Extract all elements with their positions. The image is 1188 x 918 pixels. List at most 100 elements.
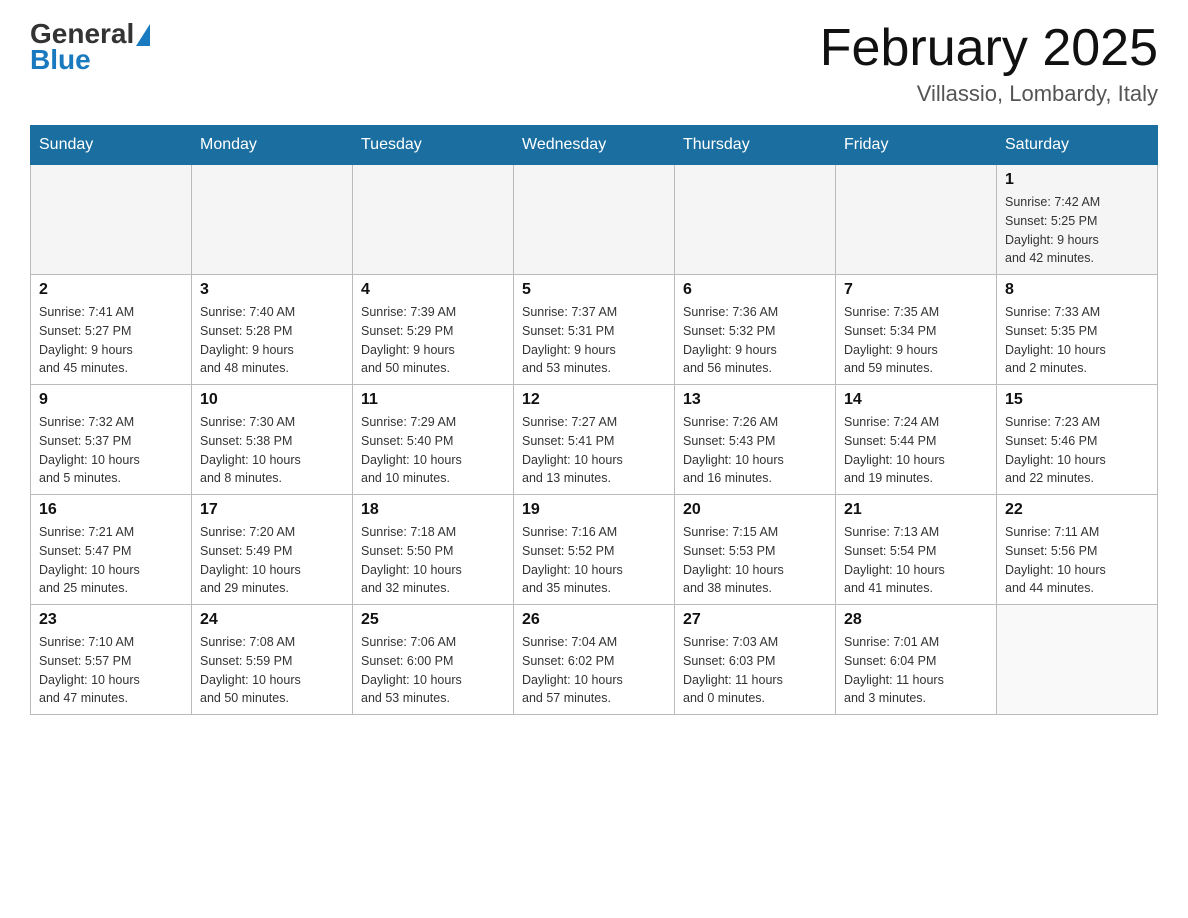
day-number: 12 [522,391,666,409]
calendar-table: SundayMondayTuesdayWednesdayThursdayFrid… [30,125,1158,715]
title-block: February 2025 Villassio, Lombardy, Italy [820,20,1158,107]
day-info: Sunrise: 7:13 AM Sunset: 5:54 PM Dayligh… [844,523,988,598]
calendar-cell: 3 Sunrise: 7:40 AM Sunset: 5:28 PM Daylig… [192,275,353,385]
day-info: Sunrise: 7:42 AM Sunset: 5:25 PM Dayligh… [1005,193,1149,268]
day-number: 23 [39,611,183,629]
calendar-cell: 15Sunrise: 7:23 AM Sunset: 5:46 PM Dayli… [997,385,1158,495]
logo-triangle-icon [136,24,150,46]
calendar-cell: 2 Sunrise: 7:41 AM Sunset: 5:27 PM Daylig… [31,275,192,385]
day-number: 16 [39,501,183,519]
calendar-cell: 21 Sunrise: 7:13 AM Sunset: 5:54 PM Dayli… [836,495,997,605]
day-number: 7 [844,281,988,299]
day-of-week-header: Wednesday [514,126,675,165]
day-info: Sunrise: 7:23 AM Sunset: 5:46 PM Dayligh… [1005,413,1149,488]
day-number: 13 [683,391,827,409]
day-number: 20 [683,501,827,519]
day-info: Sunrise: 7:27 AM Sunset: 5:41 PM Dayligh… [522,413,666,488]
day-info: Sunrise: 7:35 AM Sunset: 5:34 PM Dayligh… [844,303,988,378]
day-number: 25 [361,611,505,629]
day-info: Sunrise: 7:06 AM Sunset: 6:00 PM Dayligh… [361,633,505,708]
day-info: Sunrise: 7:11 AM Sunset: 5:56 PM Dayligh… [1005,523,1149,598]
day-info: Sunrise: 7:36 AM Sunset: 5:32 PM Dayligh… [683,303,827,378]
day-info: Sunrise: 7:16 AM Sunset: 5:52 PM Dayligh… [522,523,666,598]
calendar-week-row: 1 Sunrise: 7:42 AM Sunset: 5:25 PM Daylig… [31,165,1158,275]
calendar-cell [836,165,997,275]
day-info: Sunrise: 7:32 AM Sunset: 5:37 PM Dayligh… [39,413,183,488]
day-number: 8 [1005,281,1149,299]
day-info: Sunrise: 7:26 AM Sunset: 5:43 PM Dayligh… [683,413,827,488]
calendar-cell: 12 Sunrise: 7:27 AM Sunset: 5:41 PM Dayli… [514,385,675,495]
day-info: Sunrise: 7:24 AM Sunset: 5:44 PM Dayligh… [844,413,988,488]
logo-blue-text: Blue [30,46,150,74]
calendar-cell: 18 Sunrise: 7:18 AM Sunset: 5:50 PM Dayli… [353,495,514,605]
day-number: 1 [1005,171,1149,189]
calendar-cell: 23Sunrise: 7:10 AM Sunset: 5:57 PM Dayli… [31,605,192,715]
day-number: 28 [844,611,988,629]
day-info: Sunrise: 7:33 AM Sunset: 5:35 PM Dayligh… [1005,303,1149,378]
day-number: 27 [683,611,827,629]
day-number: 9 [39,391,183,409]
calendar-cell: 11 Sunrise: 7:29 AM Sunset: 5:40 PM Dayli… [353,385,514,495]
day-of-week-header: Monday [192,126,353,165]
day-info: Sunrise: 7:41 AM Sunset: 5:27 PM Dayligh… [39,303,183,378]
day-number: 5 [522,281,666,299]
day-number: 19 [522,501,666,519]
day-of-week-header: Saturday [997,126,1158,165]
calendar-week-row: 23Sunrise: 7:10 AM Sunset: 5:57 PM Dayli… [31,605,1158,715]
location-subtitle: Villassio, Lombardy, Italy [820,81,1158,107]
day-number: 4 [361,281,505,299]
logo: General Blue [30,20,150,74]
calendar-cell: 5 Sunrise: 7:37 AM Sunset: 5:31 PM Daylig… [514,275,675,385]
day-number: 21 [844,501,988,519]
day-info: Sunrise: 7:01 AM Sunset: 6:04 PM Dayligh… [844,633,988,708]
calendar-cell: 7 Sunrise: 7:35 AM Sunset: 5:34 PM Daylig… [836,275,997,385]
calendar-cell: 24 Sunrise: 7:08 AM Sunset: 5:59 PM Dayli… [192,605,353,715]
calendar-cell [31,165,192,275]
day-number: 2 [39,281,183,299]
calendar-cell [192,165,353,275]
day-info: Sunrise: 7:18 AM Sunset: 5:50 PM Dayligh… [361,523,505,598]
calendar-week-row: 2 Sunrise: 7:41 AM Sunset: 5:27 PM Daylig… [31,275,1158,385]
day-of-week-header: Sunday [31,126,192,165]
day-info: Sunrise: 7:39 AM Sunset: 5:29 PM Dayligh… [361,303,505,378]
calendar-cell: 28 Sunrise: 7:01 AM Sunset: 6:04 PM Dayli… [836,605,997,715]
calendar-cell: 10 Sunrise: 7:30 AM Sunset: 5:38 PM Dayli… [192,385,353,495]
day-info: Sunrise: 7:40 AM Sunset: 5:28 PM Dayligh… [200,303,344,378]
day-number: 24 [200,611,344,629]
calendar-cell [997,605,1158,715]
day-number: 11 [361,391,505,409]
day-info: Sunrise: 7:20 AM Sunset: 5:49 PM Dayligh… [200,523,344,598]
day-info: Sunrise: 7:21 AM Sunset: 5:47 PM Dayligh… [39,523,183,598]
calendar-cell: 14 Sunrise: 7:24 AM Sunset: 5:44 PM Dayli… [836,385,997,495]
calendar-cell: 19 Sunrise: 7:16 AM Sunset: 5:52 PM Dayli… [514,495,675,605]
day-info: Sunrise: 7:08 AM Sunset: 5:59 PM Dayligh… [200,633,344,708]
calendar-cell: 8 Sunrise: 7:33 AM Sunset: 5:35 PM Daylig… [997,275,1158,385]
day-number: 22 [1005,501,1149,519]
day-of-week-header: Friday [836,126,997,165]
day-number: 14 [844,391,988,409]
calendar-cell: 6Sunrise: 7:36 AM Sunset: 5:32 PM Daylig… [675,275,836,385]
day-info: Sunrise: 7:30 AM Sunset: 5:38 PM Dayligh… [200,413,344,488]
calendar-cell: 25 Sunrise: 7:06 AM Sunset: 6:00 PM Dayli… [353,605,514,715]
month-title: February 2025 [820,20,1158,77]
page-header: General Blue February 2025 Villassio, Lo… [30,20,1158,107]
calendar-week-row: 9 Sunrise: 7:32 AM Sunset: 5:37 PM Daylig… [31,385,1158,495]
day-info: Sunrise: 7:37 AM Sunset: 5:31 PM Dayligh… [522,303,666,378]
day-number: 18 [361,501,505,519]
calendar-cell: 20Sunrise: 7:15 AM Sunset: 5:53 PM Dayli… [675,495,836,605]
day-info: Sunrise: 7:29 AM Sunset: 5:40 PM Dayligh… [361,413,505,488]
calendar-cell: 4 Sunrise: 7:39 AM Sunset: 5:29 PM Daylig… [353,275,514,385]
day-info: Sunrise: 7:03 AM Sunset: 6:03 PM Dayligh… [683,633,827,708]
calendar-cell: 27 Sunrise: 7:03 AM Sunset: 6:03 PM Dayli… [675,605,836,715]
day-number: 3 [200,281,344,299]
calendar-cell: 1 Sunrise: 7:42 AM Sunset: 5:25 PM Daylig… [997,165,1158,275]
calendar-cell [353,165,514,275]
day-of-week-header: Tuesday [353,126,514,165]
calendar-cell: 16 Sunrise: 7:21 AM Sunset: 5:47 PM Dayli… [31,495,192,605]
calendar-cell: 17Sunrise: 7:20 AM Sunset: 5:49 PM Dayli… [192,495,353,605]
calendar-header-row: SundayMondayTuesdayWednesdayThursdayFrid… [31,126,1158,165]
calendar-cell: 9 Sunrise: 7:32 AM Sunset: 5:37 PM Daylig… [31,385,192,495]
day-of-week-header: Thursday [675,126,836,165]
day-info: Sunrise: 7:04 AM Sunset: 6:02 PM Dayligh… [522,633,666,708]
day-number: 10 [200,391,344,409]
